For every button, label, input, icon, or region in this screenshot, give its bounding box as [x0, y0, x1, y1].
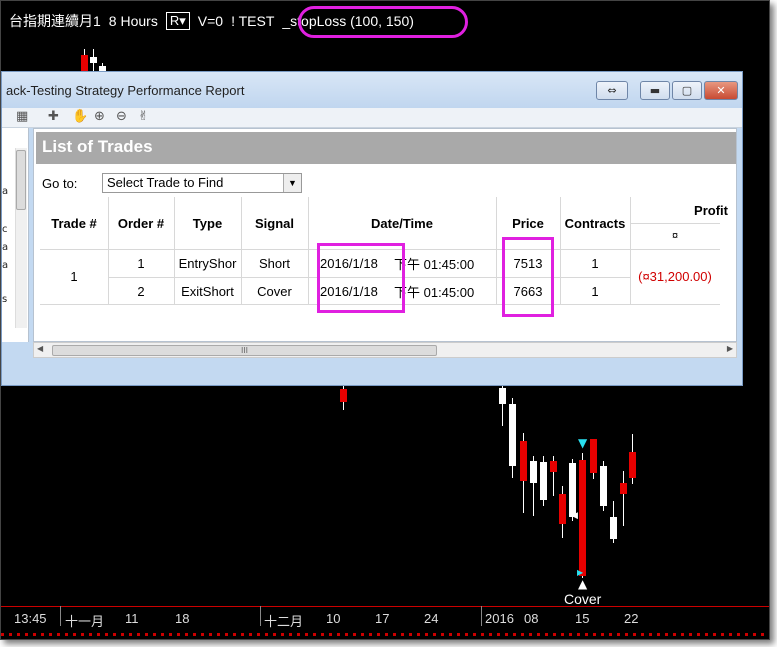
- highlight-datetime-box: [317, 243, 405, 313]
- row1-order: 1: [137, 256, 145, 271]
- resize-arrows-icon: ⇔: [607, 84, 617, 97]
- pan-icon[interactable]: ✌: [138, 109, 149, 124]
- axis-label: 22: [624, 611, 639, 626]
- scroll-right-icon[interactable]: ▶: [727, 344, 733, 353]
- row2-time: 下午 01:45:00: [394, 284, 475, 300]
- col-header-datetime: Date/Time: [371, 215, 433, 231]
- close-button[interactable]: ✕: [704, 81, 738, 100]
- restore-size-button[interactable]: ⇔: [596, 81, 628, 100]
- col-header-type: Type: [192, 215, 223, 231]
- row1-signal: Short: [258, 256, 291, 271]
- volume-label: V=0: [197, 13, 224, 29]
- axis-label: 17: [375, 611, 390, 626]
- crosshair-icon[interactable]: ✚: [48, 109, 59, 124]
- axis-label: 18: [175, 611, 190, 626]
- horizontal-scroll-thumb[interactable]: III: [52, 345, 437, 356]
- axis-dashes: [1, 633, 769, 636]
- symbol-name: 台指期連續月1: [9, 13, 101, 29]
- cover-arrow-icon: ▲: [578, 577, 588, 591]
- axis-label: 08: [524, 611, 539, 626]
- entry-short-arrow-icon: ▼: [578, 436, 588, 450]
- zoom-in-icon[interactable]: ⊕: [94, 109, 105, 124]
- section-title: List of Trades: [36, 132, 736, 164]
- scroll-left-icon[interactable]: ◀: [37, 344, 43, 353]
- horizontal-scrollbar[interactable]: ◀ III ▶: [33, 342, 737, 358]
- col-header-contracts: Contracts: [564, 215, 626, 231]
- interval-label: 8 Hours: [108, 13, 158, 29]
- report-titlebar[interactable]: ack-Testing Strategy Performance Report …: [2, 72, 742, 108]
- trade-number: 1: [70, 269, 78, 284]
- zoom-out-icon[interactable]: ⊖: [116, 109, 127, 124]
- left-pane-scroll-thumb[interactable]: [16, 150, 26, 210]
- highlight-price-box: [502, 237, 554, 317]
- axis-label: 10: [326, 611, 341, 626]
- goto-trade-select[interactable]: Select Trade to Find ▼: [102, 173, 302, 193]
- cover-marker-label: Cover: [564, 591, 602, 607]
- row1-contracts: 1: [591, 256, 599, 271]
- axis-label: 15: [575, 611, 590, 626]
- minimize-button[interactable]: ▬: [640, 81, 670, 100]
- report-title: ack-Testing Strategy Performance Report: [6, 83, 245, 98]
- row2-signal: Cover: [257, 283, 292, 299]
- goto-label: Go to:: [42, 176, 78, 191]
- trade-profit: (¤31,200.00): [638, 269, 712, 284]
- marker-icon: ▶: [577, 568, 584, 577]
- performance-report-window: ack-Testing Strategy Performance Report …: [1, 71, 743, 386]
- col-header-signal: Signal: [254, 215, 294, 231]
- hand-icon[interactable]: ✋: [72, 109, 88, 124]
- goto-select-value: Select Trade to Find: [107, 175, 224, 190]
- col-header-order: Order #: [117, 215, 165, 231]
- row2-type: ExitShort: [181, 283, 234, 299]
- axis-label: 24: [424, 611, 439, 626]
- minimize-icon: ▬: [649, 84, 661, 97]
- axis-line: [1, 606, 769, 607]
- axis-label: 十一月: [65, 614, 105, 629]
- trades-content: List of Trades Go to: Select Trade to Fi…: [33, 128, 737, 342]
- strategy-name: ! TEST: [231, 13, 275, 29]
- chevron-down-icon: ▼: [283, 174, 301, 192]
- axis-label: 13:45: [14, 611, 47, 626]
- row2-contracts: 1: [591, 283, 599, 299]
- marker-icon: ◀: [571, 511, 578, 521]
- left-tree-pane: a c a a s: [2, 128, 29, 342]
- row2-order: 2: [137, 283, 145, 299]
- row1-type: EntryShor: [178, 256, 237, 271]
- report-toolbar: ▦ ✚ ✋ ⊕ ⊖ ✌: [2, 108, 742, 128]
- maximize-button[interactable]: ▢: [672, 81, 702, 100]
- col-header-profit: Profit: [694, 202, 728, 218]
- col-header-trade: Trade #: [51, 215, 97, 231]
- close-icon: ✕: [716, 84, 726, 97]
- axis-label: 2016: [485, 611, 514, 626]
- row1-time: 下午 01:45:00: [394, 257, 475, 272]
- highlight-oval: [298, 6, 468, 38]
- axis-label: 十二月: [264, 614, 304, 629]
- col-header-profit-currency: ¤: [671, 230, 679, 242]
- r-dropdown-button[interactable]: R▾: [165, 12, 190, 30]
- table-icon[interactable]: ▦: [16, 109, 28, 124]
- maximize-icon: ▢: [681, 84, 693, 97]
- chart-window: 台指期連續月1 8 Hours R▾ V=0 ! TEST _stopLoss …: [0, 0, 770, 640]
- axis-label: 11: [125, 611, 139, 626]
